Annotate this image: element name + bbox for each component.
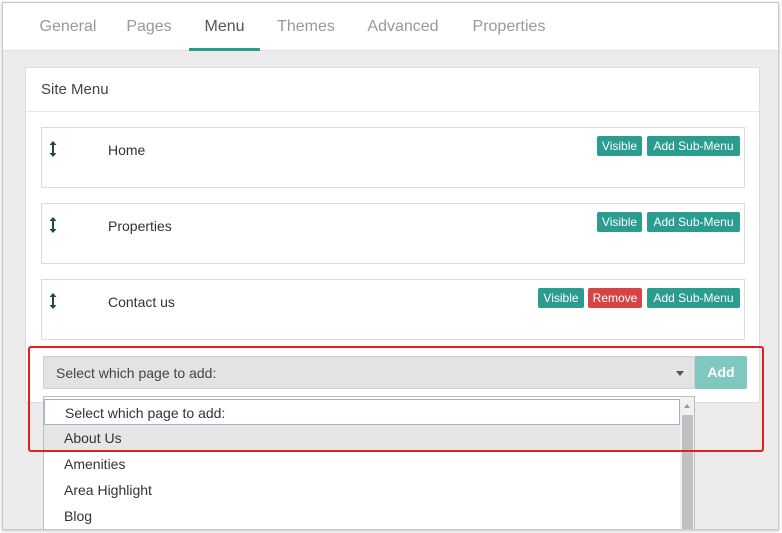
dropdown-option[interactable]: Area Highlight [44,477,680,503]
menu-item: Properties Visible Add Sub-Menu [41,203,745,264]
page-select[interactable]: Select which page to add: [43,356,695,389]
menu-item-label: Properties [108,218,172,234]
menu-item-label: Home [108,142,146,158]
panel-title: Site Menu [41,81,109,98]
site-menu-panel: Site Menu Home Visible Add Sub-Menu Prop… [25,67,760,403]
vertical-double-arrow-icon[interactable] [48,216,58,234]
caret-down-icon [676,371,684,376]
page-select-value: Select which page to add: [56,365,217,381]
add-sub-menu-button[interactable]: Add Sub-Menu [647,288,740,308]
vertical-double-arrow-icon[interactable] [48,140,58,158]
dropdown-option[interactable]: Amenities [44,451,680,477]
dropdown-option[interactable]: Blog [44,503,680,529]
scroll-up-arrow-icon[interactable] [684,404,690,408]
visible-button[interactable]: Visible [597,136,642,156]
menu-item: Home Visible Add Sub-Menu [41,127,745,188]
menu-item: Contact us Visible Remove Add Sub-Menu [41,279,745,340]
settings-tabs: General Pages Menu Themes Advanced Prope… [3,3,778,51]
tab-general[interactable]: General [31,3,105,51]
remove-button[interactable]: Remove [588,288,642,308]
app-window: General Pages Menu Themes Advanced Prope… [2,2,779,530]
page-select-dropdown: Select which page to add: About Us Ameni… [43,396,695,529]
tab-advanced[interactable]: Advanced [362,3,444,51]
scrollbar-thumb[interactable] [682,415,693,529]
vertical-double-arrow-icon[interactable] [48,292,58,310]
add-sub-menu-button[interactable]: Add Sub-Menu [647,136,740,156]
dropdown-option[interactable]: About Us [44,425,680,451]
dropdown-option[interactable]: Select which page to add: [44,399,680,425]
visible-button[interactable]: Visible [538,288,584,308]
menu-item-label: Contact us [108,294,175,310]
tab-menu[interactable]: Menu [189,3,260,51]
tab-pages[interactable]: Pages [119,3,179,51]
divider [26,111,759,112]
add-sub-menu-button[interactable]: Add Sub-Menu [647,212,740,232]
tab-properties[interactable]: Properties [467,3,551,51]
visible-button[interactable]: Visible [597,212,642,232]
tab-themes[interactable]: Themes [273,3,339,51]
add-page-button[interactable]: Add [695,356,747,389]
dropdown-scrollbar[interactable] [680,397,694,529]
